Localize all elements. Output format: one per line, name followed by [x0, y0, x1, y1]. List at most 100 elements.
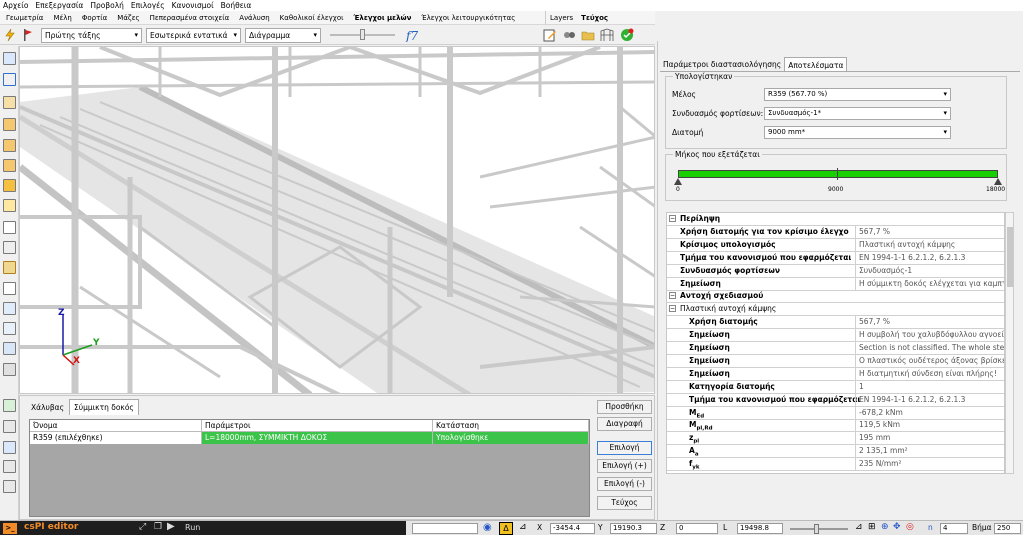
- select-node-icon[interactable]: [3, 96, 16, 109]
- tab-global-checks[interactable]: Καθολικοί έλεγχοι: [280, 14, 344, 22]
- tab-layers[interactable]: Layers: [550, 14, 573, 22]
- results-subsection-header[interactable]: − Πλαστική αντοχή κάμψης: [667, 303, 1004, 317]
- cell-status[interactable]: Υπολογίσθηκε: [433, 432, 589, 444]
- results-row[interactable]: Σημείωση Ο πλαστικός ουδέτερος άξονας βρί…: [667, 354, 1004, 368]
- report-icon[interactable]: [3, 460, 16, 473]
- formula-icon[interactable]: f7: [405, 28, 423, 42]
- list-icon[interactable]: [3, 420, 16, 433]
- view-mode-select[interactable]: Διάγραμμα ▾: [245, 28, 321, 43]
- results-row[interactable]: Aa 2 135,1 mm²: [667, 445, 1004, 459]
- scrollbar-thumb[interactable]: [1007, 227, 1013, 287]
- column-parameters[interactable]: Παράμετροι: [202, 420, 433, 431]
- menu-help[interactable]: Βοήθεια: [221, 1, 252, 10]
- move-icon[interactable]: [3, 342, 16, 355]
- column-status[interactable]: Κατάσταση: [433, 420, 589, 431]
- results-row[interactable]: Κατηγορία διατομής 1: [667, 380, 1004, 394]
- frame-icon[interactable]: [3, 302, 16, 315]
- collapse-toggle-icon[interactable]: −: [669, 305, 676, 313]
- tab-loads[interactable]: Φορτία: [82, 14, 107, 22]
- tab-finite-elements[interactable]: Πεπερασμένα στοιχεία: [150, 14, 230, 22]
- pan-icon[interactable]: ✥: [893, 522, 901, 532]
- results-row[interactable]: Χρήση διατομής για τον κρίσιμο έλεγχο 567…: [667, 225, 1004, 239]
- snap-point-icon[interactable]: ◎: [906, 522, 914, 532]
- section-icon[interactable]: [3, 261, 16, 274]
- menu-codes[interactable]: Κανονισμοί: [172, 1, 214, 10]
- chart-icon[interactable]: [3, 441, 16, 454]
- select-plus-button[interactable]: Επιλογή (+): [597, 459, 652, 473]
- table-icon[interactable]: [3, 199, 16, 212]
- run-label[interactable]: Run: [185, 523, 200, 532]
- layers-icon[interactable]: [3, 241, 16, 254]
- tab-report[interactable]: Τεύχος: [581, 14, 608, 22]
- 3d-viewport[interactable]: Z Y X: [19, 46, 655, 394]
- y-coord-field[interactable]: 19190.3: [610, 523, 657, 534]
- zoom-slider-thumb[interactable]: [814, 524, 819, 534]
- console-prompt-icon[interactable]: >_: [3, 523, 17, 534]
- load-combination-select[interactable]: Συνδυασμός-1* ▾: [764, 107, 951, 120]
- select-button[interactable]: Επιλογή: [597, 441, 652, 455]
- step-field[interactable]: 250: [994, 523, 1021, 534]
- zoom-slider-track[interactable]: [790, 528, 848, 530]
- tab-member-checks[interactable]: Έλεγχοι μελών: [354, 14, 412, 22]
- print-preview-icon[interactable]: [562, 28, 576, 42]
- properties-icon[interactable]: [3, 363, 16, 376]
- tab-design-parameters[interactable]: Παράμετροι διαστασιολόγησης: [660, 57, 784, 71]
- cube-icon[interactable]: [3, 139, 16, 152]
- delete-button[interactable]: Διαγραφή: [597, 417, 652, 431]
- x-coord-field[interactable]: -3454.4: [550, 523, 595, 534]
- results-row[interactable]: Σημείωση Section is not classified. The w…: [667, 342, 1004, 355]
- tab-steel[interactable]: Χάλυβας: [26, 399, 69, 415]
- globe-icon[interactable]: ◉: [483, 522, 492, 533]
- run-check-icon[interactable]: [620, 28, 634, 42]
- results-row[interactable]: Συνδυασμός φορτίσεων Συνδυασμός-1: [667, 264, 1004, 278]
- results-row[interactable]: zpl 195 mm: [667, 432, 1004, 446]
- menu-view[interactable]: Προβολή: [90, 1, 124, 10]
- command-input[interactable]: [412, 523, 478, 534]
- cursor-lock-icon[interactable]: ⊿: [519, 522, 527, 532]
- collapse-toggle-icon[interactable]: −: [669, 215, 676, 222]
- undo-icon[interactable]: [3, 73, 16, 86]
- edit-report-icon[interactable]: [543, 28, 557, 42]
- node-icon[interactable]: [3, 322, 16, 335]
- ortho-icon[interactable]: ⊞: [868, 522, 876, 532]
- results-scrollbar[interactable]: [1005, 212, 1014, 474]
- results-row[interactable]: Mpl,Rd 119,5 kNm: [667, 419, 1004, 433]
- add-button[interactable]: Προσθήκη: [597, 400, 652, 414]
- cell-parameters[interactable]: L=18000mm, ΣΥΜΜΙΚΤΗ ΔΟΚΟΣ: [202, 432, 433, 444]
- results-row[interactable]: Τμήμα του κανονισμού που εφαρμόζεται EN 1…: [667, 251, 1004, 265]
- report-button[interactable]: Τεύχος: [597, 496, 652, 510]
- tab-geometry[interactable]: Γεωμετρία: [6, 14, 43, 22]
- table-row[interactable]: R359 (επιλέχθηκε) L=18000mm, ΣΥΜΜΙΚΤΗ ΔΟ…: [30, 432, 589, 444]
- member-length-bar[interactable]: [678, 170, 998, 178]
- flag-icon[interactable]: [21, 28, 35, 42]
- section-select[interactable]: 9000 mm* ▾: [764, 126, 951, 139]
- results-section-header[interactable]: − Περίληψη: [667, 213, 1004, 226]
- play-icon[interactable]: ▶: [167, 521, 175, 532]
- results-row[interactable]: Σημείωση Η διατμητική σύνδεση είναι πλήρη…: [667, 367, 1004, 381]
- analysis-order-select[interactable]: Πρώτης τάξης ▾: [41, 28, 142, 43]
- zoom-icon[interactable]: ⊕: [881, 522, 889, 532]
- z-coord-field[interactable]: 0: [676, 523, 718, 534]
- measure-icon[interactable]: ⊿: [855, 522, 863, 532]
- lightning-icon[interactable]: [3, 28, 17, 42]
- expand-icon[interactable]: ⤢: [139, 522, 146, 532]
- scale-slider-thumb[interactable]: [360, 29, 365, 40]
- solid-icon[interactable]: [3, 159, 16, 172]
- results-table[interactable]: − Περίληψη Χρήση διατομής για τον κρίσιμο …: [666, 212, 1005, 474]
- box-icon[interactable]: [3, 118, 16, 131]
- results-row[interactable]: fyk 235 N/mm²: [667, 458, 1004, 472]
- snap-icon[interactable]: Δ: [499, 522, 513, 535]
- volume-icon[interactable]: [3, 179, 16, 192]
- folder-icon[interactable]: [581, 28, 595, 42]
- page-icon[interactable]: [3, 221, 16, 234]
- forces-select[interactable]: Εσωτερικά εντατικά ▾: [146, 28, 241, 43]
- results-row[interactable]: Χρήση διατομής 567,7 %: [667, 316, 1004, 330]
- tab-analysis[interactable]: Ανάλυση: [239, 14, 269, 22]
- select-minus-button[interactable]: Επιλογή (-): [597, 477, 652, 491]
- results-section-header[interactable]: − Αντοχή σχεδιασμού: [667, 290, 1004, 304]
- tab-serviceability-checks[interactable]: Έλεγχοι λειτουργικότητας: [421, 14, 515, 22]
- grid-structure-icon[interactable]: [600, 28, 614, 42]
- tab-results[interactable]: Αποτελέσματα: [784, 57, 848, 71]
- script-editor-label[interactable]: csPI editor: [24, 522, 78, 532]
- menu-file[interactable]: Αρχείο: [3, 1, 28, 10]
